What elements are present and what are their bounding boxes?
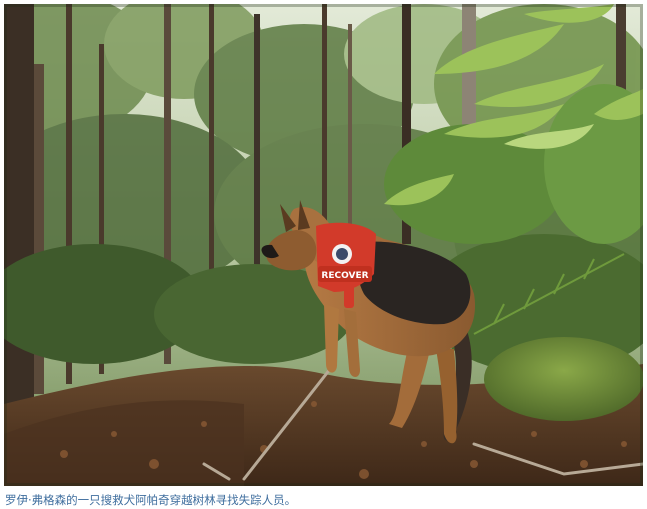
search-dog-forest-photo: RECOVER bbox=[4, 4, 643, 486]
harness-label: RECOVER bbox=[321, 271, 368, 281]
photo-frame: RECOVER bbox=[4, 4, 643, 486]
moss-mound bbox=[484, 337, 643, 421]
photo-caption: 罗伊·弗格森的一只搜救犬阿帕奇穿越树林寻找失踪人员。 bbox=[5, 493, 297, 507]
